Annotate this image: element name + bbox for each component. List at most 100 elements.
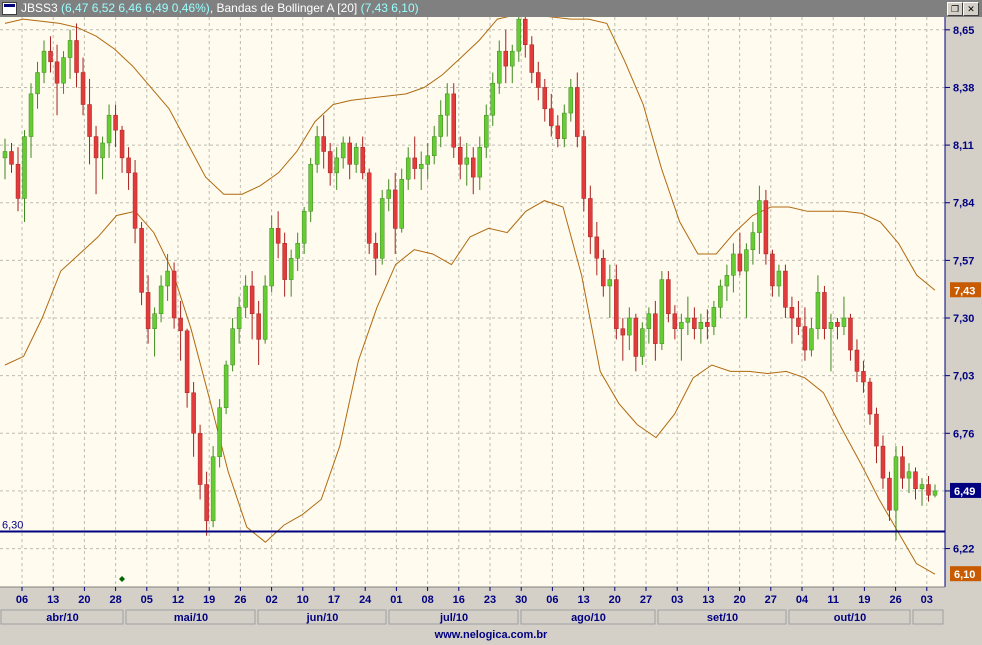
candle-body (418, 164, 424, 169)
x-tick-label: 28 (109, 594, 121, 606)
y-tick-label: 8,11 (953, 140, 974, 152)
candle-body (731, 253, 736, 276)
candle-body (614, 279, 619, 329)
candle-body (848, 317, 853, 351)
candle-body (607, 279, 613, 287)
candle-body (256, 313, 261, 340)
candle-body (666, 279, 671, 314)
x-tick-label: 16 (453, 594, 465, 606)
candle-body (659, 279, 665, 344)
candle-body (74, 40, 79, 73)
candle-body (633, 317, 639, 357)
candle-body (471, 157, 476, 178)
close-button[interactable]: ✕ (963, 2, 979, 16)
candle-body (282, 243, 287, 280)
y-tick-label: 7,84 (953, 198, 975, 210)
footer-url[interactable]: www.nelogica.com.br (0, 626, 982, 645)
candle-body (841, 317, 847, 327)
month-label: set/10 (707, 612, 738, 624)
upper-band-badge: 7,43 (950, 282, 981, 298)
x-tick-label: 26 (889, 594, 901, 606)
candle-body (28, 93, 34, 137)
indicator-name: , Bandas de Bollinger A [20] (209, 1, 358, 15)
candle-body (444, 93, 450, 116)
candle-body (314, 136, 320, 165)
quote-values: (6,47 6,52 6,46 6,49 0,46%) (61, 1, 210, 15)
candle-body (119, 129, 125, 159)
candle-body (139, 228, 144, 293)
candle-body (562, 112, 567, 139)
candle-body (392, 189, 398, 229)
candle-body (640, 328, 645, 357)
x-tick-label: 01 (390, 594, 402, 606)
x-tick-label: 06 (16, 594, 28, 606)
band-values: (7,43 6,10) (360, 1, 419, 15)
y-tick-label: 6,22 (953, 544, 974, 556)
candle-body (22, 136, 27, 199)
candle-body (217, 407, 222, 458)
y-tick-label: 7,30 (953, 313, 974, 325)
x-tick-label: 10 (297, 594, 309, 606)
candle-body (301, 211, 307, 244)
candle-body (679, 322, 684, 329)
upper-band-badge-text: 7,43 (954, 285, 975, 297)
last-price-badge-text: 6,49 (954, 486, 975, 498)
candle-body (906, 471, 912, 479)
candle-body (874, 413, 879, 447)
x-tick-label: 13 (47, 594, 59, 606)
candle-body (503, 50, 509, 67)
x-tick-label: 13 (702, 594, 714, 606)
candle-body (724, 275, 730, 287)
candle-body (802, 326, 808, 351)
candle-body (542, 87, 548, 110)
candle-body (2, 151, 8, 159)
candle-body (197, 433, 203, 485)
candle-body (536, 72, 541, 88)
candle-body (360, 146, 365, 174)
x-tick-label: 19 (203, 594, 215, 606)
restore-button[interactable]: ❐ (947, 2, 963, 16)
candle-body (672, 313, 678, 329)
y-tick-label: 7,57 (953, 255, 974, 267)
candle-body (93, 136, 99, 159)
candle-body (627, 317, 632, 336)
candle-body (516, 18, 522, 52)
month-label: abr/10 (46, 612, 78, 624)
candle-body (477, 146, 483, 178)
candle-body (366, 172, 372, 244)
x-tick-label: 20 (733, 594, 745, 606)
candle-body (275, 228, 281, 244)
month-label: jul/10 (439, 612, 468, 624)
candle-body (757, 200, 762, 233)
lower-band-badge-text: 6,10 (954, 569, 975, 581)
candle-body (126, 157, 131, 174)
candle-body (152, 313, 157, 329)
candle-body (763, 200, 769, 255)
candle-body (386, 189, 391, 199)
candle-body (692, 317, 697, 329)
candle-body (191, 392, 196, 434)
month-label: out/10 (834, 612, 866, 624)
candle-body (347, 142, 352, 165)
month-label: jun/10 (306, 612, 339, 624)
x-tick-label: 13 (577, 594, 589, 606)
candle-body (451, 93, 456, 148)
window-menu-icon[interactable] (2, 2, 17, 15)
candle-body (783, 270, 788, 308)
candle-body (262, 285, 268, 340)
candle-body (431, 136, 437, 157)
support-line-label: 6,30 (2, 519, 23, 531)
candle-body (523, 18, 528, 46)
x-tick-label: 12 (172, 594, 184, 606)
candle-body (822, 292, 827, 329)
candle-body (308, 164, 313, 212)
candle-body (35, 72, 40, 95)
candle-body (210, 456, 216, 522)
title-bar[interactable]: JBSS3 (6,47 6,52 6,46 6,49 0,46%), Banda… (0, 0, 982, 17)
x-tick-label: 03 (671, 594, 683, 606)
x-tick-label: 27 (765, 594, 777, 606)
candle-body (230, 328, 235, 366)
chart-window: JBSS3 (6,47 6,52 6,46 6,49 0,46%), Banda… (0, 0, 982, 645)
candle-body (867, 381, 873, 415)
candlestick-chart[interactable]: 6,22 6,49 6,76 7,03 7,30 7,57 7,84 8,11 8,38 8,65… (0, 17, 982, 626)
